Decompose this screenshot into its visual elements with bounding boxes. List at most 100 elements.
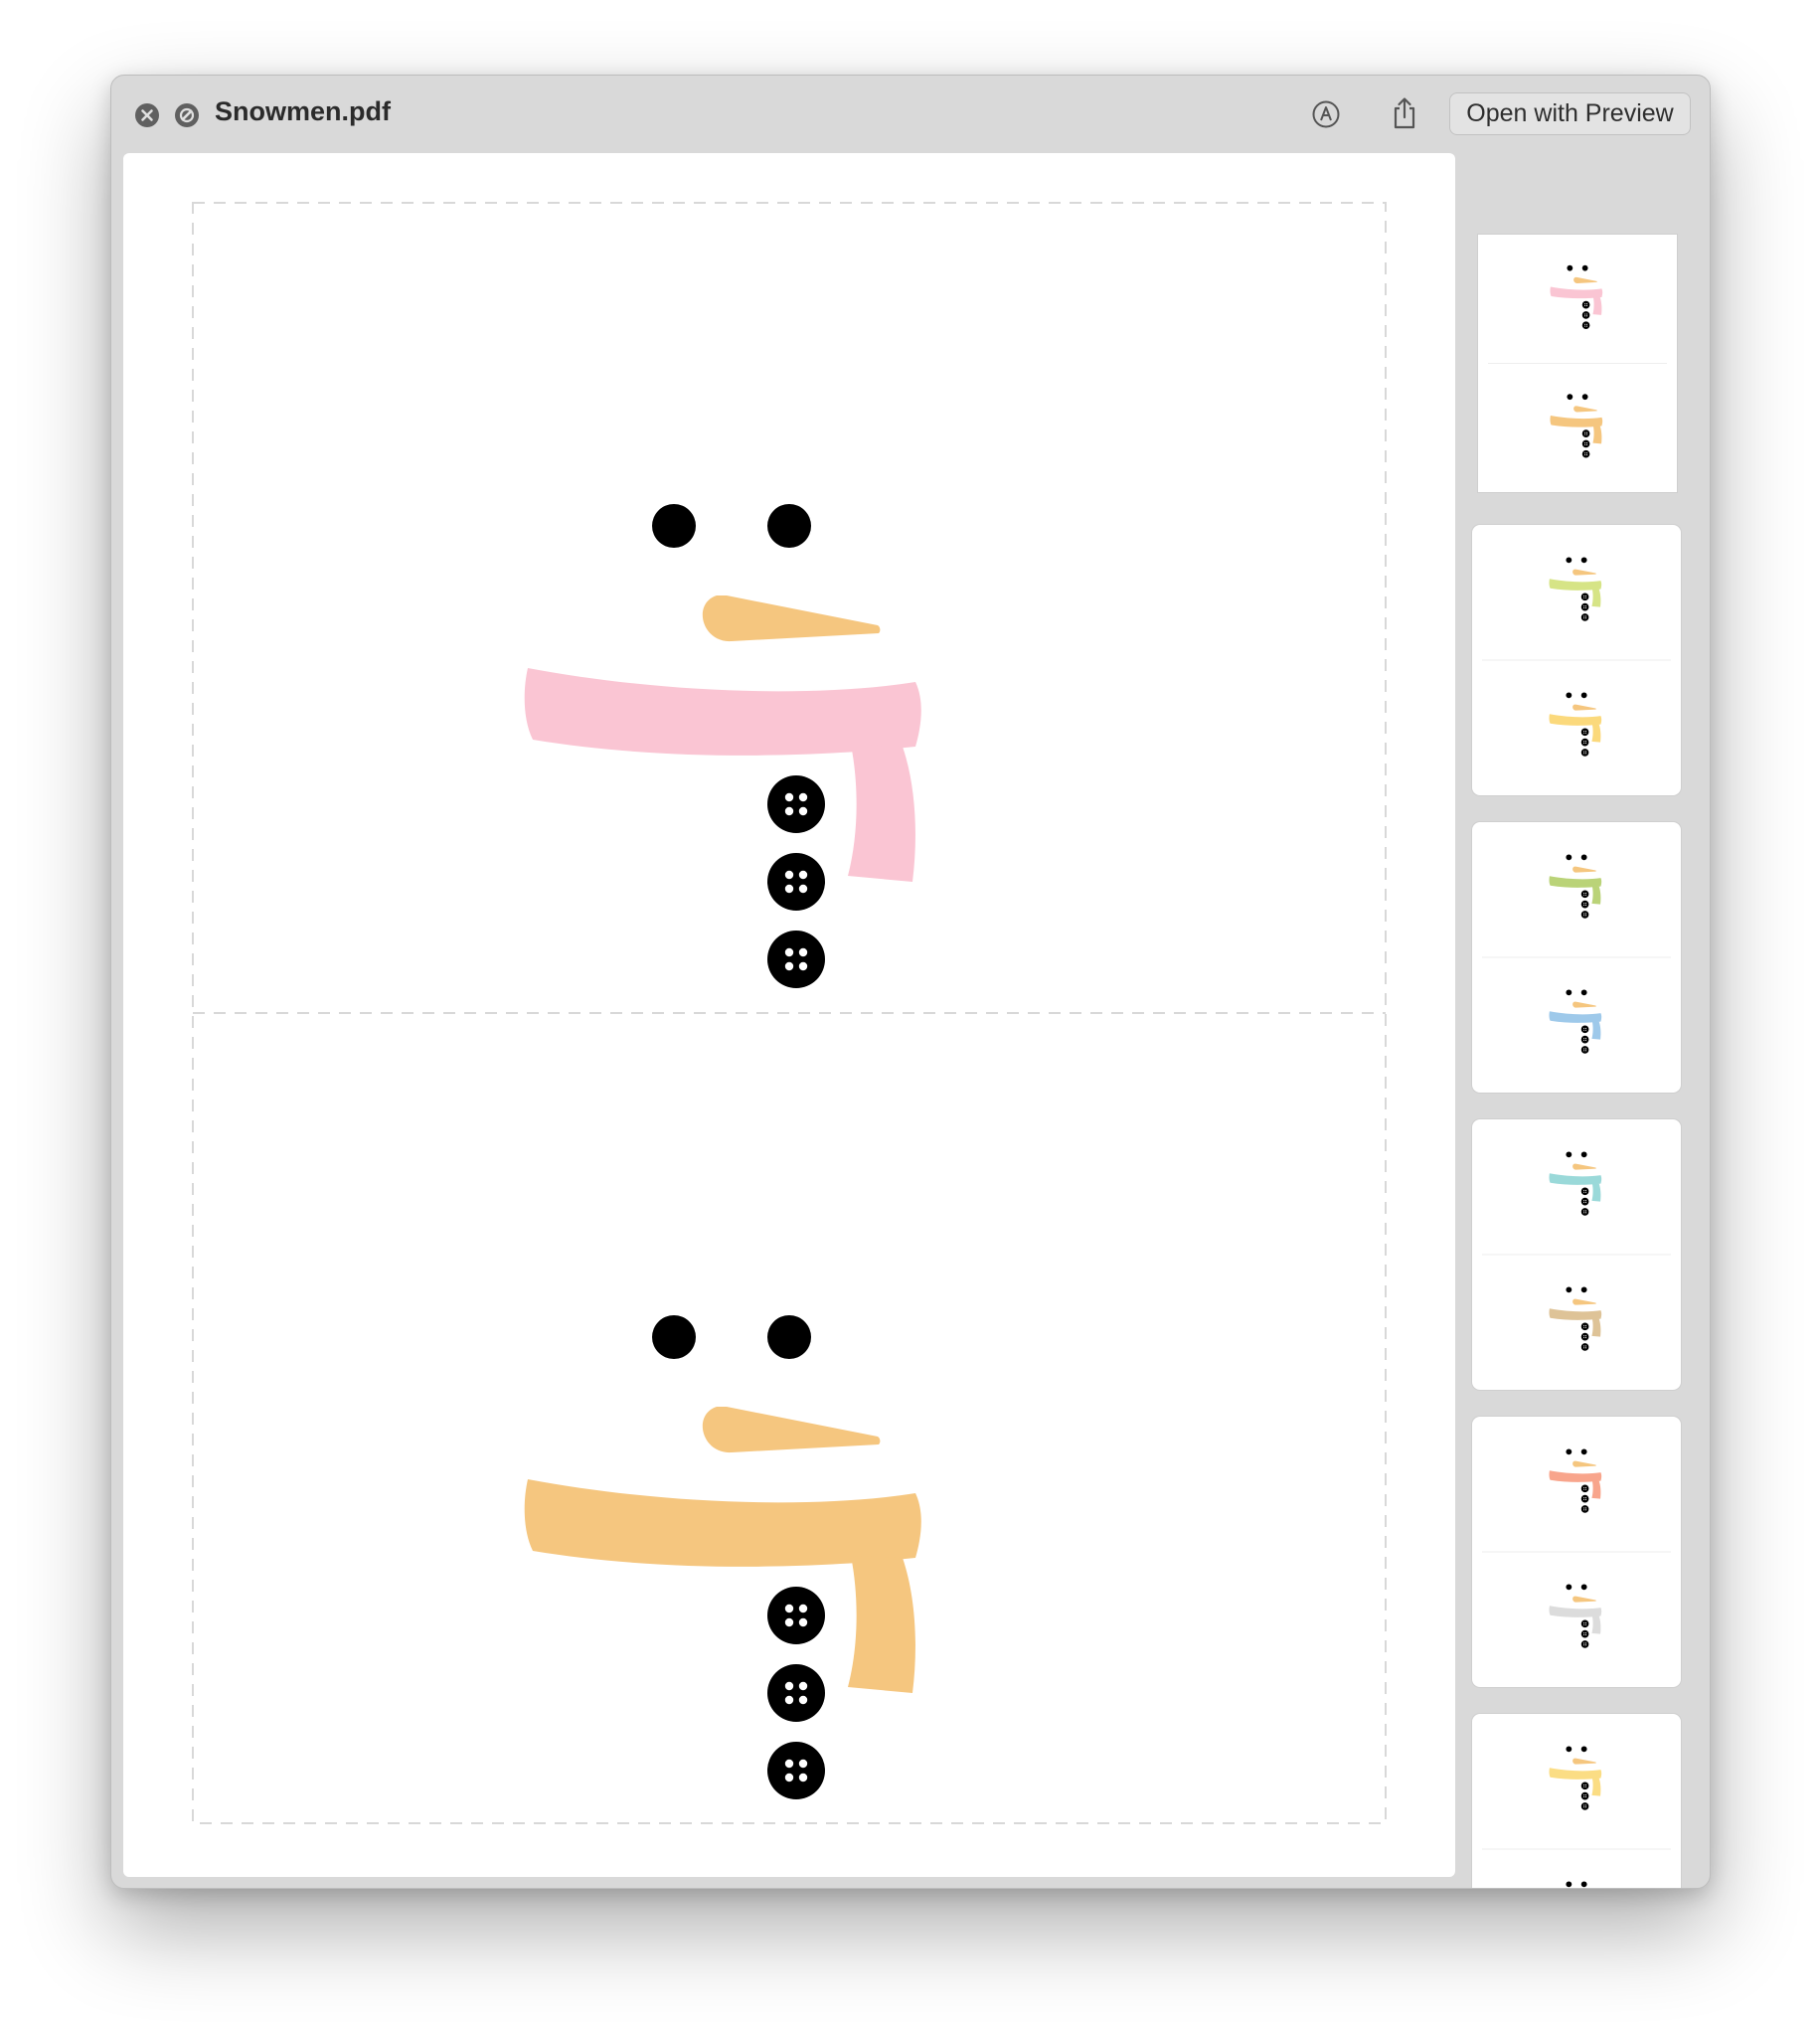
page-thumbnail-4[interactable]	[1472, 1119, 1681, 1390]
thumbnail-canvas	[1482, 854, 1671, 1054]
snowman-nose	[702, 1407, 881, 1453]
thumbnail-snowman	[1549, 989, 1602, 1054]
snowman-scarf-tail	[1591, 589, 1601, 607]
snowman-scarf	[1549, 1308, 1602, 1320]
snowman-buttons	[1581, 300, 1590, 330]
share-button[interactable]	[1386, 93, 1423, 133]
thumbnail-snowman	[1550, 394, 1603, 458]
snowman-scarf-tail	[1591, 886, 1601, 905]
snowman-eyes	[1566, 1448, 1587, 1455]
snowman-scarf	[1549, 579, 1602, 591]
snowman-buttons	[1580, 1782, 1589, 1810]
snowman-nose	[1572, 704, 1596, 711]
snowman-scarf-tail	[1591, 724, 1601, 743]
snowman-buttons	[767, 775, 825, 988]
snowman-buttons	[1580, 593, 1589, 621]
snowman-buttons	[1580, 1619, 1589, 1648]
snowman-nose	[1572, 1001, 1596, 1008]
snowmen-group	[524, 504, 921, 1799]
thumbnail-snowman	[1550, 264, 1603, 330]
snowman-scarf-tail	[1591, 1318, 1601, 1337]
thumbnail-snowman	[1549, 854, 1602, 919]
close-button[interactable]	[134, 102, 160, 128]
blocked-icon	[175, 103, 199, 127]
snowman-eyes	[1566, 1746, 1587, 1753]
thumbnail-snowman	[1549, 557, 1602, 621]
snowman-nose	[1572, 1163, 1596, 1170]
share-icon	[1394, 97, 1415, 129]
thumbnail-canvas	[1482, 1448, 1671, 1648]
thumbnail-sidebar	[1467, 153, 1710, 1888]
markup-button[interactable]	[1307, 95, 1345, 133]
snowman-nose	[1573, 276, 1597, 283]
snowman-eyes	[1566, 692, 1587, 699]
thumbnail-canvas	[1482, 1746, 1671, 1888]
snowman-scarf	[524, 1479, 921, 1567]
snowman-scarf	[1549, 1470, 1602, 1482]
thumbnail-snowman	[1549, 1448, 1602, 1513]
snowman-buttons	[767, 1587, 825, 1799]
snowman-scarf	[1549, 714, 1602, 726]
fullscreen-button[interactable]	[174, 102, 200, 128]
snowman-nose	[1572, 1298, 1596, 1305]
markup-icon	[1312, 100, 1340, 128]
snowman-scarf-tail	[1591, 1615, 1601, 1634]
window-title: Snowmen.pdf	[215, 96, 391, 126]
thumbnail-canvas	[1488, 264, 1667, 458]
snowman-scarf-tail	[1592, 425, 1602, 444]
thumbnail-snowman	[1549, 1746, 1602, 1810]
snowman-2	[524, 1315, 921, 1799]
thumbnail-snowman	[1566, 1881, 1587, 1888]
snowman-nose	[1572, 569, 1596, 576]
page-thumbnail-3[interactable]	[1472, 822, 1681, 1093]
snowman-eyes	[1566, 1286, 1587, 1293]
quicklook-window: Snowmen.pdf Open with Preview	[110, 75, 1711, 1889]
page-thumbnail-6[interactable]	[1472, 1714, 1681, 1888]
snowman-scarf	[1549, 1173, 1602, 1185]
pdf-page-view	[123, 153, 1455, 1877]
snowman-scarf	[1549, 1606, 1602, 1617]
snowman-buttons	[1580, 1187, 1589, 1216]
snowman-eyes	[652, 1315, 811, 1359]
snowman-eyes	[1566, 557, 1587, 564]
snowman-scarf	[1550, 286, 1603, 299]
thumbnail-snowman	[1549, 1151, 1602, 1216]
snowman-nose	[1572, 1758, 1596, 1765]
page-thumbnail-1[interactable]	[1478, 235, 1677, 492]
snowman-nose	[1572, 1596, 1596, 1603]
snowman-scarf-tail	[1591, 1183, 1601, 1202]
open-with-preview-button[interactable]: Open with Preview	[1449, 92, 1691, 135]
snowman-scarf	[524, 668, 921, 756]
pdf-page-canvas	[192, 202, 1387, 1824]
snowman-buttons	[1580, 1322, 1589, 1351]
snowman-eyes	[1567, 394, 1588, 401]
snowman-buttons	[1580, 1025, 1589, 1054]
snowman-scarf-tail	[848, 745, 915, 882]
page-thumbnail-5[interactable]	[1472, 1417, 1681, 1687]
titlebar: Snowmen.pdf Open with Preview	[111, 76, 1710, 153]
snowman-eyes	[652, 504, 811, 548]
snowman-scarf	[1549, 1768, 1602, 1780]
snowman-buttons	[1580, 728, 1589, 757]
snowman-scarf-tail	[1592, 296, 1602, 315]
snowman-nose	[1573, 406, 1597, 413]
thumbnail-snowman	[1549, 1286, 1602, 1351]
page-thumbnail-2[interactable]	[1472, 525, 1681, 795]
snowman-buttons	[1580, 890, 1589, 919]
snowman-buttons	[1580, 1484, 1589, 1513]
snowman-scarf	[1549, 876, 1602, 888]
snowman-scarf	[1549, 1011, 1602, 1023]
snowman-eyes	[1566, 1584, 1587, 1591]
snowman-scarf-tail	[848, 1556, 915, 1693]
snowman-buttons	[1581, 429, 1590, 458]
close-icon	[135, 103, 159, 127]
thumbnail-snowman	[1549, 1584, 1602, 1648]
snowman-nose	[1572, 1460, 1596, 1467]
snowman-nose	[1572, 866, 1596, 873]
snowman-eyes	[1566, 989, 1587, 996]
snowman-scarf-tail	[1591, 1021, 1601, 1040]
thumbnail-canvas	[1482, 1151, 1671, 1351]
snowman-1	[524, 504, 921, 988]
snowman-eyes	[1566, 1151, 1587, 1158]
snowman-nose	[702, 595, 881, 642]
